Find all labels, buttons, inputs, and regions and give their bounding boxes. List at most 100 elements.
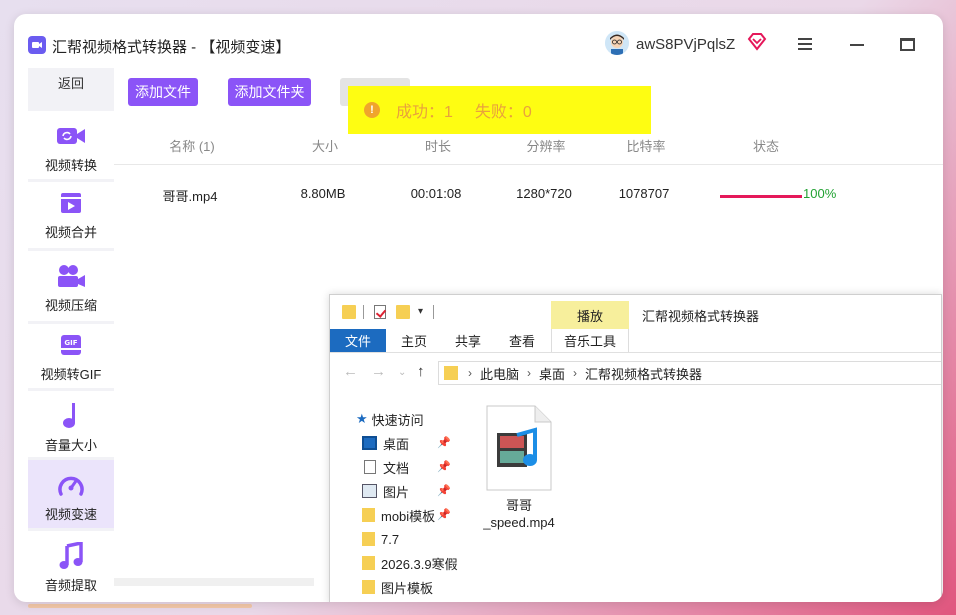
quick-access-toolbar: ▾ 播放 汇帮视频格式转换器: [330, 295, 941, 329]
sidebar-item-audio-extract[interactable]: 音频提取: [28, 531, 114, 602]
back-arrow-icon[interactable]: ←: [343, 363, 358, 380]
pin-icon[interactable]: 📌: [437, 508, 451, 521]
nav-item-folder[interactable]: 7.7: [362, 529, 399, 549]
column-header-status[interactable]: 状态: [753, 136, 779, 155]
sidebar-item-volume[interactable]: 音量大小: [28, 391, 114, 457]
maximize-icon[interactable]: [900, 38, 915, 51]
address-row: ← → ⌄ ↑ › 此电脑 › 桌面 › 汇帮视频格式转换器: [330, 359, 941, 387]
nav-item-pictures[interactable]: 图片: [362, 481, 409, 501]
info-icon: !: [364, 102, 380, 118]
navigation-pane: ★ 快速访问 桌面 📌 文档 📌 图片 📌 mobi模板 📌 7.7 2026.…: [330, 405, 470, 602]
nav-item-quick-access[interactable]: ★ 快速访问: [356, 409, 424, 429]
gif-icon: GIF: [59, 332, 83, 358]
sidebar-item-label: 视频压缩: [44, 298, 97, 313]
fail-count: 失败：0: [474, 104, 532, 121]
nav-item-folder[interactable]: mobi模板: [362, 505, 435, 525]
add-folder-button[interactable]: 添加文件夹: [228, 78, 311, 106]
speedometer-icon: [57, 472, 85, 498]
new-folder-icon[interactable]: [396, 305, 410, 319]
video-file-icon[interactable]: [485, 405, 553, 491]
svg-text:GIF: GIF: [64, 339, 77, 347]
separator: [363, 305, 364, 319]
recent-dropdown-icon[interactable]: ⌄: [398, 367, 406, 378]
vip-diamond-icon[interactable]: [747, 33, 767, 51]
window-title: 汇帮视频格式转换器 - 【视频变速】: [52, 39, 291, 56]
sidebar: 返回 视频转换 视频合并 视频压缩 GIF 视频转GIF 音量大小 视频变速 音…: [28, 68, 114, 602]
tab-home[interactable]: 主页: [394, 329, 434, 352]
app-window: 汇帮视频格式转换器 - 【视频变速】 awS8PVjPqlsZ 返回 视频转换 …: [14, 14, 943, 602]
dropdown-arrow-icon[interactable]: ▾: [418, 306, 423, 317]
sidebar-item-video-speed[interactable]: 视频变速: [28, 460, 114, 528]
breadcrumb-item[interactable]: 此电脑: [480, 364, 519, 383]
audio-extract-icon: [59, 542, 83, 569]
sidebar-item-video-convert[interactable]: 视频转换: [28, 111, 114, 179]
cell-duration: 00:01:08: [410, 186, 462, 201]
cell-bitrate: 1078707: [618, 186, 670, 201]
sidebar-item-label: 视频变速: [44, 507, 97, 522]
ribbon-tabs: 文件 主页 共享 查看 音乐工具: [330, 329, 941, 353]
sidebar-item-label: 视频转换: [44, 158, 97, 173]
sidebar-item-video-merge[interactable]: 视频合并: [28, 182, 114, 248]
progress-bar: [720, 195, 802, 198]
sidebar-item-label: 视频转GIF: [40, 367, 102, 382]
folder-icon: [362, 508, 375, 522]
video-merge-icon: [60, 190, 82, 216]
forward-arrow-icon[interactable]: →: [371, 363, 386, 380]
column-header-size[interactable]: 大小: [312, 136, 338, 155]
tab-music-tools[interactable]: 音乐工具: [551, 329, 629, 352]
video-compress-icon: [56, 263, 86, 289]
folder-icon: [362, 580, 375, 594]
horizontal-scrollbar[interactable]: [114, 578, 314, 586]
play-contextual-tab[interactable]: 播放: [551, 301, 629, 329]
tab-view[interactable]: 查看: [502, 329, 542, 352]
sidebar-item-video-compress[interactable]: 视频压缩: [28, 251, 114, 321]
nav-item-desktop[interactable]: 桌面: [362, 433, 409, 453]
column-header-name[interactable]: 名称 (1): [169, 136, 215, 155]
breadcrumb-item[interactable]: 汇帮视频格式转换器: [585, 364, 702, 383]
avatar[interactable]: [605, 31, 629, 55]
app-logo-icon: [28, 36, 46, 54]
folder-icon: [362, 532, 375, 546]
music-note-icon: [61, 403, 81, 429]
username[interactable]: awS8PVjPqlsZ: [636, 36, 735, 53]
desktop-icon: [362, 436, 377, 450]
column-header-duration[interactable]: 时长: [425, 136, 451, 155]
pin-icon[interactable]: 📌: [437, 436, 451, 449]
header-divider: [114, 164, 943, 165]
nav-item-folder[interactable]: 2026.3.9寒假: [362, 553, 458, 573]
file-explorer-window: ▾ 播放 汇帮视频格式转换器 文件 主页 共享 查看 音乐工具 ← → ⌄ ↑ …: [329, 294, 942, 602]
minimize-icon[interactable]: [850, 44, 864, 46]
up-arrow-icon[interactable]: ↑: [417, 363, 425, 380]
menu-icon[interactable]: [798, 38, 812, 50]
nav-item-documents[interactable]: 文档: [362, 457, 409, 477]
pictures-icon: [362, 484, 377, 498]
address-bar[interactable]: › 此电脑 › 桌面 › 汇帮视频格式转换器: [438, 361, 941, 385]
cell-size: 8.80MB: [300, 186, 346, 201]
cell-resolution: 1280*720: [516, 186, 572, 201]
result-toast: ! 成功：1 失败：0: [348, 86, 651, 134]
explorer-title: 汇帮视频格式转换器: [642, 309, 760, 324]
breadcrumb-item[interactable]: 桌面: [539, 364, 565, 383]
file-name-label[interactable]: 哥哥 _speed.mp4: [478, 497, 560, 531]
tab-file[interactable]: 文件: [330, 329, 386, 352]
progress-percent: 100%: [803, 186, 837, 201]
document-icon: [364, 460, 376, 474]
success-count: 成功：1: [396, 104, 453, 121]
column-header-resolution[interactable]: 分辨率: [526, 136, 565, 155]
nav-item-folder[interactable]: 图片模板: [362, 577, 433, 597]
pin-icon[interactable]: 📌: [437, 460, 451, 473]
add-file-button[interactable]: 添加文件: [128, 78, 198, 106]
sidebar-item-label: 视频合并: [44, 225, 97, 240]
star-icon: ★: [356, 411, 368, 426]
separator: [433, 305, 434, 319]
back-button[interactable]: 返回: [28, 68, 114, 96]
video-convert-icon: [56, 123, 86, 149]
folder-icon[interactable]: [342, 305, 356, 319]
sidebar-item-video-to-gif[interactable]: GIF 视频转GIF: [28, 324, 114, 388]
tab-share[interactable]: 共享: [448, 329, 488, 352]
folder-icon: [362, 556, 375, 570]
cell-name: 哥哥.mp4: [162, 189, 218, 204]
properties-check-icon[interactable]: [374, 305, 386, 319]
column-header-bitrate[interactable]: 比特率: [626, 136, 665, 155]
pin-icon[interactable]: 📌: [437, 484, 451, 497]
